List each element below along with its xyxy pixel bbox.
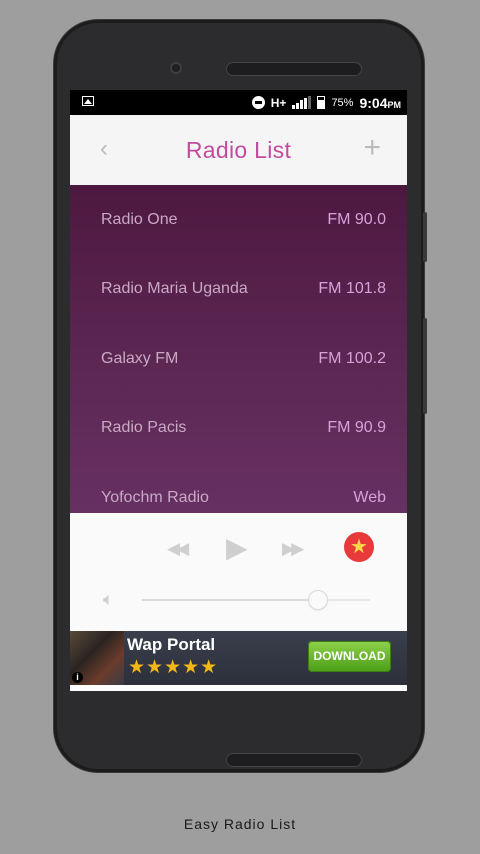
add-station-button[interactable]: + <box>363 133 381 163</box>
speaker-volume-icon: 🔈︎ <box>103 589 114 609</box>
front-camera <box>170 62 182 74</box>
signal-strength-icon <box>292 96 312 109</box>
download-button[interactable]: DOWNLOAD <box>308 641 391 672</box>
status-clock: 9:04PM <box>359 95 401 111</box>
skip-previous-icon[interactable]: ◀◀ <box>167 539 189 559</box>
station-frequency: FM 101.8 <box>318 280 386 297</box>
station-row[interactable]: Radio Maria Uganda FM 101.8 <box>70 254 407 324</box>
battery-icon <box>317 96 326 109</box>
station-name: Radio One <box>101 211 178 228</box>
volume-slider-thumb[interactable] <box>308 591 327 609</box>
page-title: Radio List <box>185 136 292 163</box>
status-bar: H+ 75% 9:04PM <box>70 90 407 115</box>
station-frequency: Web <box>353 489 386 506</box>
station-row[interactable]: Galaxy FM FM 100.2 <box>70 324 407 394</box>
ad-rating-stars: ★★★★★ <box>128 657 219 678</box>
ad-banner[interactable]: i Wap Portal ★★★★★ DOWNLOAD <box>70 631 407 685</box>
clock-time: 9:04 <box>359 94 388 111</box>
favorite-star-icon[interactable]: ★ <box>344 532 374 562</box>
network-type: H+ <box>270 95 287 110</box>
earpiece-speaker <box>226 62 362 76</box>
clock-ampm: PM <box>387 99 402 110</box>
volume-slider-fill <box>142 599 318 601</box>
volume-slider[interactable] <box>142 591 370 609</box>
image-notification-icon <box>82 96 94 106</box>
station-name: Radio Pacis <box>101 419 187 436</box>
volume-rocker <box>423 318 427 414</box>
station-frequency: FM 90.0 <box>327 211 386 228</box>
player-controls: ◀◀ ▶ ▶▶ ★ 🔈︎ <box>70 513 407 631</box>
station-name: Radio Maria Uganda <box>101 280 248 297</box>
ad-game-image: i <box>70 631 124 685</box>
ad-title: Wap Portal <box>127 635 216 654</box>
station-name: Galaxy FM <box>101 350 179 367</box>
play-icon[interactable]: ▶ <box>226 531 248 564</box>
app-header: ‹ Radio List + <box>70 115 407 185</box>
station-row[interactable]: Radio Pacis FM 90.9 <box>70 393 407 463</box>
phone-screen: H+ 75% 9:04PM ‹ Radio List + Radio One F… <box>70 90 407 691</box>
screenshot-caption: Easy Radio List <box>183 816 297 832</box>
power-button <box>423 212 427 262</box>
skip-next-icon[interactable]: ▶▶ <box>282 539 304 559</box>
screen-bottom-strip <box>70 685 407 691</box>
do-not-disturb-icon <box>251 96 265 109</box>
battery-percent: 75% <box>331 96 354 109</box>
station-name: Yofochm Radio <box>101 489 209 506</box>
ad-info-icon[interactable]: i <box>72 672 83 683</box>
bottom-speaker <box>226 753 362 767</box>
station-row[interactable]: Radio One FM 90.0 <box>70 185 407 255</box>
station-list: Radio One FM 90.0 Radio Maria Uganda FM … <box>70 185 407 513</box>
back-button[interactable]: ‹ <box>100 137 108 161</box>
station-frequency: FM 90.9 <box>327 419 386 436</box>
station-frequency: FM 100.2 <box>318 350 386 367</box>
